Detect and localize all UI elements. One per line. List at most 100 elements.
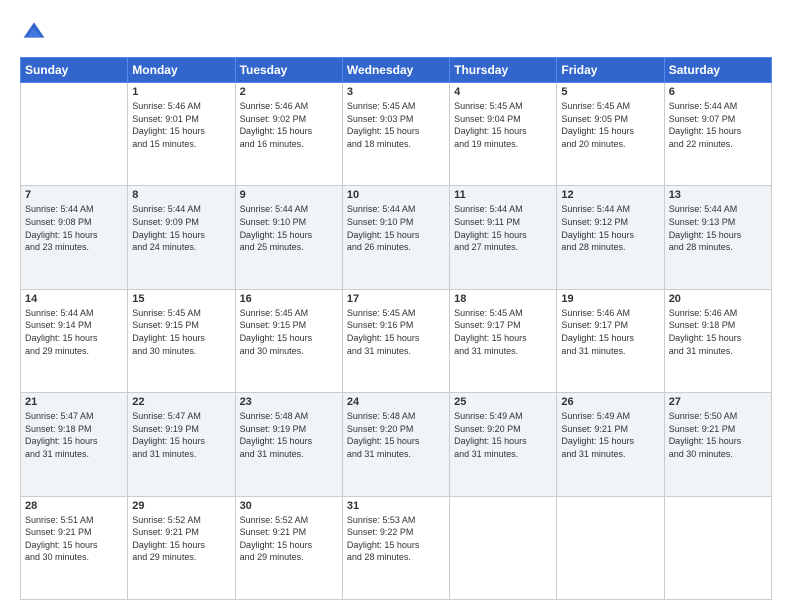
day-info: Sunrise: 5:45 AM Sunset: 9:16 PM Dayligh… [347,307,445,357]
day-number: 28 [25,500,123,512]
day-info: Sunrise: 5:46 AM Sunset: 9:02 PM Dayligh… [240,100,338,150]
day-info: Sunrise: 5:45 AM Sunset: 9:15 PM Dayligh… [132,307,230,357]
calendar-cell: 15 Sunrise: 5:45 AM Sunset: 9:15 PM Dayli… [128,289,235,392]
day-number: 8 [132,189,230,201]
calendar-cell: 17 Sunrise: 5:45 AM Sunset: 9:16 PM Dayli… [342,289,449,392]
calendar-cell: 18 Sunrise: 5:45 AM Sunset: 9:17 PM Dayli… [450,289,557,392]
calendar-cell: 14Sunrise: 5:44 AM Sunset: 9:14 PM Dayli… [21,289,128,392]
calendar-cell: 5Sunrise: 5:45 AM Sunset: 9:05 PM Daylig… [557,83,664,186]
calendar-cell: 7 Sunrise: 5:44 AM Sunset: 9:08 PM Daylig… [21,186,128,289]
calendar-cell: 10 Sunrise: 5:44 AM Sunset: 9:10 PM Dayli… [342,186,449,289]
calendar-cell: 20 Sunrise: 5:46 AM Sunset: 9:18 PM Dayli… [664,289,771,392]
logo [20,20,50,49]
day-info: Sunrise: 5:45 AM Sunset: 9:17 PM Dayligh… [454,307,552,357]
day-number: 16 [240,293,338,305]
header [20,16,772,49]
calendar-cell: 6 Sunrise: 5:44 AM Sunset: 9:07 PM Daylig… [664,83,771,186]
day-number: 22 [132,396,230,408]
calendar-header-thursday: Thursday [450,58,557,83]
day-number: 13 [669,189,767,201]
calendar-cell: 30Sunrise: 5:52 AM Sunset: 9:21 PM Dayli… [235,496,342,599]
day-number: 11 [454,189,552,201]
calendar-cell: 16 Sunrise: 5:45 AM Sunset: 9:15 PM Dayli… [235,289,342,392]
day-info: Sunrise: 5:45 AM Sunset: 9:03 PM Dayligh… [347,100,445,150]
day-info: Sunrise: 5:46 AM Sunset: 9:17 PM Dayligh… [561,307,659,357]
day-info: Sunrise: 5:51 AM Sunset: 9:21 PM Dayligh… [25,514,123,564]
day-info: Sunrise: 5:44 AM Sunset: 9:12 PM Dayligh… [561,203,659,253]
day-number: 7 [25,189,123,201]
calendar-cell: 23Sunrise: 5:48 AM Sunset: 9:19 PM Dayli… [235,393,342,496]
calendar-week-1: 1 Sunrise: 5:46 AM Sunset: 9:01 PM Daylig… [21,83,772,186]
day-number: 6 [669,86,767,98]
day-info: Sunrise: 5:44 AM Sunset: 9:13 PM Dayligh… [669,203,767,253]
day-number: 1 [132,86,230,98]
day-number: 19 [561,293,659,305]
calendar-week-3: 14Sunrise: 5:44 AM Sunset: 9:14 PM Dayli… [21,289,772,392]
day-number: 27 [669,396,767,408]
day-number: 29 [132,500,230,512]
calendar-header-row: SundayMondayTuesdayWednesdayThursdayFrid… [21,58,772,83]
day-number: 12 [561,189,659,201]
calendar-week-4: 21Sunrise: 5:47 AM Sunset: 9:18 PM Dayli… [21,393,772,496]
day-number: 4 [454,86,552,98]
logo-icon [22,20,46,44]
day-number: 31 [347,500,445,512]
day-info: Sunrise: 5:49 AM Sunset: 9:21 PM Dayligh… [561,410,659,460]
day-number: 3 [347,86,445,98]
day-info: Sunrise: 5:44 AM Sunset: 9:11 PM Dayligh… [454,203,552,253]
calendar-cell: 4Sunrise: 5:45 AM Sunset: 9:04 PM Daylig… [450,83,557,186]
day-info: Sunrise: 5:44 AM Sunset: 9:07 PM Dayligh… [669,100,767,150]
day-number: 24 [347,396,445,408]
calendar-cell: 25 Sunrise: 5:49 AM Sunset: 9:20 PM Dayli… [450,393,557,496]
calendar-cell [664,496,771,599]
calendar-cell [21,83,128,186]
calendar-cell: 9 Sunrise: 5:44 AM Sunset: 9:10 PM Daylig… [235,186,342,289]
day-info: Sunrise: 5:44 AM Sunset: 9:08 PM Dayligh… [25,203,123,253]
day-info: Sunrise: 5:47 AM Sunset: 9:19 PM Dayligh… [132,410,230,460]
calendar-cell: 22 Sunrise: 5:47 AM Sunset: 9:19 PM Dayli… [128,393,235,496]
page: SundayMondayTuesdayWednesdayThursdayFrid… [0,0,792,612]
calendar-cell: 28 Sunrise: 5:51 AM Sunset: 9:21 PM Dayli… [21,496,128,599]
day-number: 17 [347,293,445,305]
day-info: Sunrise: 5:45 AM Sunset: 9:15 PM Dayligh… [240,307,338,357]
calendar-cell [557,496,664,599]
day-number: 21 [25,396,123,408]
day-number: 20 [669,293,767,305]
calendar-cell: 11 Sunrise: 5:44 AM Sunset: 9:11 PM Dayli… [450,186,557,289]
day-info: Sunrise: 5:46 AM Sunset: 9:01 PM Dayligh… [132,100,230,150]
calendar-cell: 2 Sunrise: 5:46 AM Sunset: 9:02 PM Daylig… [235,83,342,186]
calendar-cell: 1 Sunrise: 5:46 AM Sunset: 9:01 PM Daylig… [128,83,235,186]
day-number: 2 [240,86,338,98]
day-number: 15 [132,293,230,305]
day-info: Sunrise: 5:44 AM Sunset: 9:10 PM Dayligh… [347,203,445,253]
calendar-cell: 31 Sunrise: 5:53 AM Sunset: 9:22 PM Dayli… [342,496,449,599]
calendar-cell: 8Sunrise: 5:44 AM Sunset: 9:09 PM Daylig… [128,186,235,289]
calendar-header-saturday: Saturday [664,58,771,83]
day-number: 10 [347,189,445,201]
calendar-cell [450,496,557,599]
day-number: 23 [240,396,338,408]
calendar-header-wednesday: Wednesday [342,58,449,83]
calendar-cell: 29Sunrise: 5:52 AM Sunset: 9:21 PM Dayli… [128,496,235,599]
day-number: 9 [240,189,338,201]
calendar-cell: 3 Sunrise: 5:45 AM Sunset: 9:03 PM Daylig… [342,83,449,186]
calendar-header-friday: Friday [557,58,664,83]
day-number: 26 [561,396,659,408]
day-info: Sunrise: 5:53 AM Sunset: 9:22 PM Dayligh… [347,514,445,564]
calendar-cell: 12 Sunrise: 5:44 AM Sunset: 9:12 PM Dayli… [557,186,664,289]
calendar-header-sunday: Sunday [21,58,128,83]
calendar-cell: 13 Sunrise: 5:44 AM Sunset: 9:13 PM Dayli… [664,186,771,289]
day-info: Sunrise: 5:44 AM Sunset: 9:14 PM Dayligh… [25,307,123,357]
day-info: Sunrise: 5:50 AM Sunset: 9:21 PM Dayligh… [669,410,767,460]
calendar-week-5: 28 Sunrise: 5:51 AM Sunset: 9:21 PM Dayli… [21,496,772,599]
day-info: Sunrise: 5:49 AM Sunset: 9:20 PM Dayligh… [454,410,552,460]
calendar-table: SundayMondayTuesdayWednesdayThursdayFrid… [20,57,772,600]
calendar-week-2: 7 Sunrise: 5:44 AM Sunset: 9:08 PM Daylig… [21,186,772,289]
calendar-cell: 19 Sunrise: 5:46 AM Sunset: 9:17 PM Dayli… [557,289,664,392]
day-info: Sunrise: 5:46 AM Sunset: 9:18 PM Dayligh… [669,307,767,357]
day-info: Sunrise: 5:44 AM Sunset: 9:10 PM Dayligh… [240,203,338,253]
calendar-cell: 26 Sunrise: 5:49 AM Sunset: 9:21 PM Dayli… [557,393,664,496]
day-number: 18 [454,293,552,305]
day-number: 25 [454,396,552,408]
calendar-cell: 21Sunrise: 5:47 AM Sunset: 9:18 PM Dayli… [21,393,128,496]
